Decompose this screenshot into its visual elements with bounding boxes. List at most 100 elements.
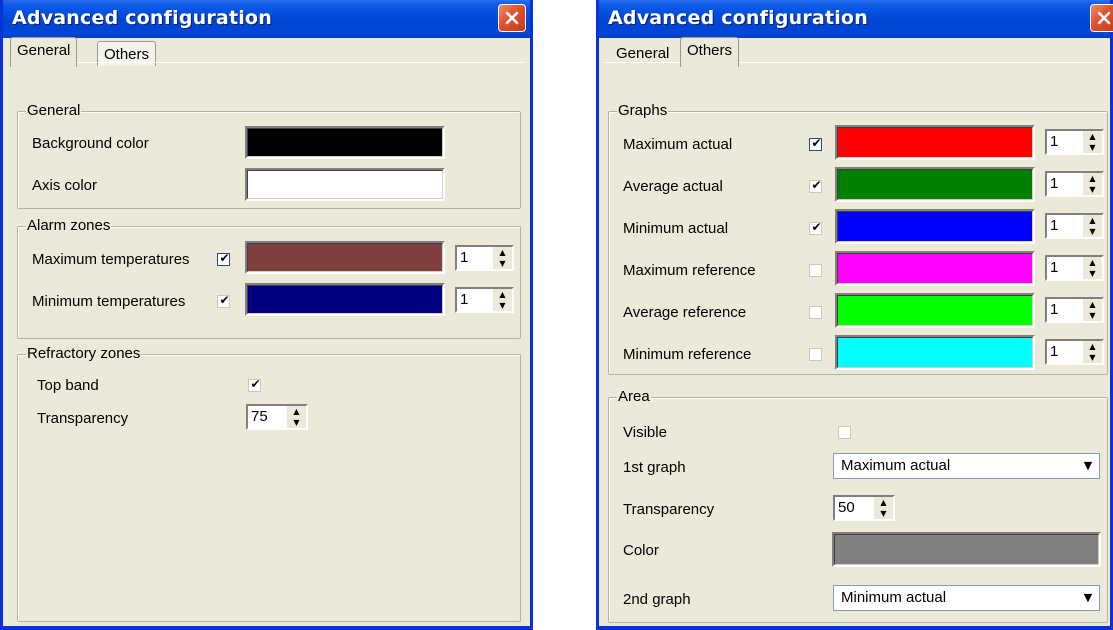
window-frame-bottom (599, 626, 1110, 630)
close-button[interactable] (1090, 4, 1113, 32)
spin-down-icon[interactable]: ▼ (1083, 226, 1102, 237)
maximum-reference-width-spinner[interactable]: 1 ▲ ▼ (1045, 255, 1104, 281)
graph-row-label: Minimum actual (623, 220, 729, 237)
top-band-label: Top band (37, 377, 99, 394)
visible-label: Visible (623, 424, 667, 441)
average-actual-checkbox[interactable]: ✔ (809, 178, 822, 193)
graph-row-label: Average actual (623, 178, 723, 195)
checkmark-icon: ✔ (219, 251, 230, 265)
spin-up-icon[interactable]: ▲ (1083, 299, 1102, 310)
close-button[interactable] (498, 4, 526, 32)
spin-down-icon[interactable]: ▼ (1083, 268, 1102, 279)
refractory-zones-group-title: Refractory zones (26, 345, 142, 363)
maximum-reference-color-swatch[interactable] (835, 251, 1035, 286)
tab-panel-border (9, 62, 524, 65)
spin-up-icon[interactable]: ▲ (1083, 131, 1102, 142)
maximum-actual-checkbox[interactable]: ✔ (809, 136, 822, 151)
maximum-actual-color-swatch[interactable] (835, 125, 1035, 160)
spinner-value: 1 (1050, 175, 1059, 192)
average-actual-color-swatch[interactable] (835, 167, 1035, 202)
transparency-label: Transparency (37, 410, 129, 427)
alarm-row-label: Minimum temperatures (32, 293, 186, 310)
alarm-zones-group-title: Alarm zones (26, 217, 112, 235)
checkmark-icon: ✔ (219, 293, 230, 307)
spinner-value: 1 (1050, 259, 1059, 276)
second-graph-select[interactable]: Minimum actual ▼ (833, 585, 1100, 611)
spinner-value: 1 (1050, 343, 1059, 360)
spinner-value: 1 (1050, 133, 1059, 150)
spin-down-icon[interactable]: ▼ (1083, 310, 1102, 321)
minimum-reference-color-swatch[interactable] (835, 335, 1035, 370)
spin-up-icon[interactable]: ▲ (874, 497, 893, 508)
spin-down-icon[interactable]: ▼ (1083, 352, 1102, 363)
spin-down-icon[interactable]: ▼ (287, 417, 306, 428)
dropdown-arrow-icon[interactable]: ▼ (1079, 456, 1097, 476)
minimum-actual-width-spinner[interactable]: 1 ▲ ▼ (1045, 213, 1104, 239)
close-icon (505, 11, 519, 25)
spin-down-icon[interactable]: ▼ (1083, 184, 1102, 195)
axis-color-label: Axis color (32, 177, 98, 194)
maximum-reference-checkbox[interactable]: ✔ (809, 264, 822, 277)
tab-general[interactable]: General (10, 37, 78, 67)
background-color-swatch[interactable] (245, 126, 445, 159)
background-color-label: Background color (32, 135, 149, 152)
checkmark-icon: ✔ (811, 136, 822, 150)
graph-row-label: Minimum reference (623, 346, 752, 363)
area-transparency-spinner[interactable]: 50 ▲ ▼ (833, 495, 895, 521)
spinner-value: 1 (1050, 217, 1059, 234)
second-graph-selected-value: Minimum actual (841, 589, 947, 606)
first-graph-select[interactable]: Maximum actual ▼ (833, 453, 1100, 479)
spin-up-icon[interactable]: ▲ (493, 247, 512, 258)
minimum-temperatures-width-spinner[interactable]: 1 ▲ ▼ (455, 287, 514, 313)
graph-row-label: Maximum reference (623, 262, 756, 279)
title-bar[interactable]: Advanced configuration (3, 0, 530, 38)
spinner-value: 1 (460, 249, 469, 266)
average-reference-color-swatch[interactable] (835, 293, 1035, 328)
title-bar[interactable]: Advanced configuration (599, 0, 1113, 38)
graph-row-label: Average reference (623, 304, 747, 321)
area-group-title: Area (617, 388, 651, 406)
graph-row-label: Maximum actual (623, 136, 733, 153)
spin-down-icon[interactable]: ▼ (1083, 142, 1102, 153)
spin-down-icon[interactable]: ▼ (493, 258, 512, 269)
area-color-swatch[interactable] (832, 532, 1101, 567)
maximum-temperatures-checkbox[interactable]: ✔ (217, 251, 230, 266)
alarm-row-label: Maximum temperatures (32, 251, 190, 268)
first-graph-selected-value: Maximum actual (841, 457, 951, 474)
average-actual-width-spinner[interactable]: 1 ▲ ▼ (1045, 171, 1104, 197)
spin-up-icon[interactable]: ▲ (493, 289, 512, 300)
spin-down-icon[interactable]: ▼ (493, 300, 512, 311)
maximum-temperatures-color-swatch[interactable] (245, 241, 445, 274)
spinner-value: 50 (838, 499, 855, 516)
window-title: Advanced configuration (12, 7, 272, 29)
top-band-checkbox[interactable]: ✔ (248, 377, 261, 392)
average-reference-width-spinner[interactable]: 1 ▲ ▼ (1045, 297, 1104, 323)
minimum-reference-width-spinner[interactable]: 1 ▲ ▼ (1045, 339, 1104, 365)
tab-others[interactable]: Others (680, 37, 740, 67)
dropdown-arrow-icon[interactable]: ▼ (1079, 588, 1097, 608)
minimum-temperatures-checkbox[interactable]: ✔ (217, 293, 230, 308)
spin-up-icon[interactable]: ▲ (1083, 173, 1102, 184)
spin-up-icon[interactable]: ▲ (287, 406, 306, 417)
average-reference-checkbox[interactable]: ✔ (809, 306, 822, 319)
axis-color-swatch[interactable] (245, 168, 445, 201)
spin-up-icon[interactable]: ▲ (1083, 215, 1102, 226)
checkmark-icon: ✔ (250, 377, 261, 391)
maximum-temperatures-width-spinner[interactable]: 1 ▲ ▼ (455, 245, 514, 271)
minimum-reference-checkbox[interactable]: ✔ (809, 348, 822, 361)
spinner-value: 1 (460, 291, 469, 308)
second-graph-label: 2nd graph (623, 591, 691, 608)
spin-down-icon[interactable]: ▼ (874, 508, 893, 519)
spin-up-icon[interactable]: ▲ (1083, 257, 1102, 268)
minimum-temperatures-color-swatch[interactable] (245, 283, 445, 316)
window-frame-bottom (3, 626, 530, 630)
spinner-value: 75 (251, 408, 268, 425)
visible-checkbox[interactable]: ✔ (838, 426, 851, 439)
transparency-spinner[interactable]: 75 ▲ ▼ (246, 404, 308, 430)
maximum-actual-width-spinner[interactable]: 1 ▲ ▼ (1045, 129, 1104, 155)
checkmark-icon: ✔ (811, 178, 822, 192)
spin-up-icon[interactable]: ▲ (1083, 341, 1102, 352)
close-icon (1097, 11, 1111, 25)
minimum-actual-checkbox[interactable]: ✔ (809, 221, 822, 235)
minimum-actual-color-swatch[interactable] (835, 209, 1035, 244)
